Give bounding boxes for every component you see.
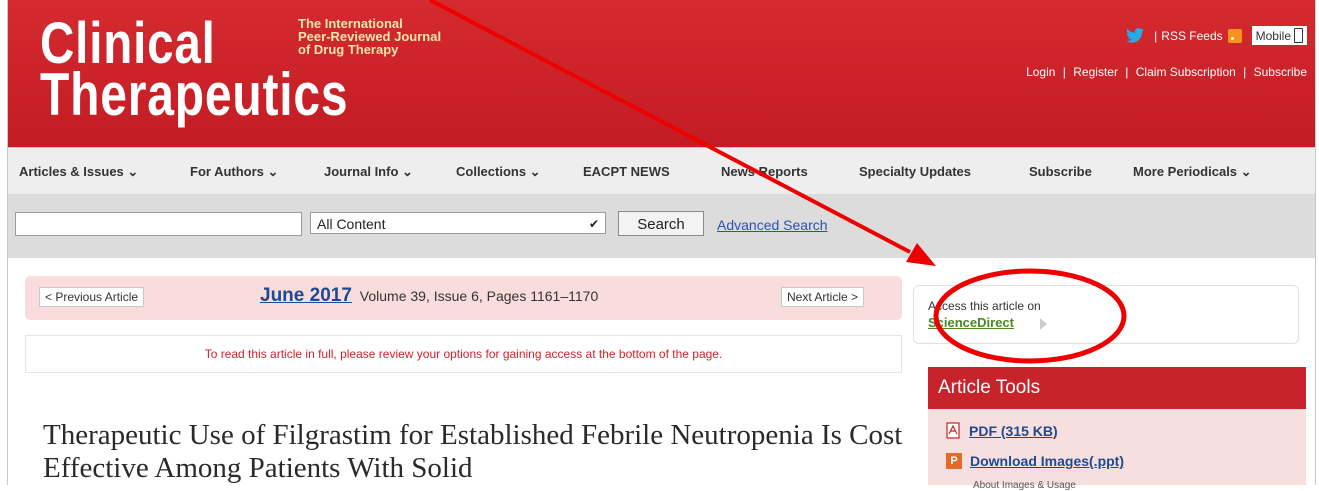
subscribe-link[interactable]: Subscribe bbox=[1254, 65, 1307, 79]
search-bar: All Content ✔ Search Advanced Search bbox=[8, 194, 1315, 258]
main-nav: Articles & Issues ⌄ For Authors ⌄ Journa… bbox=[8, 147, 1315, 195]
pdf-download-link[interactable]: PDF (315 KB) bbox=[969, 423, 1058, 439]
nav-articles-issues[interactable]: Articles & Issues ⌄ bbox=[19, 164, 138, 180]
download-images-link[interactable]: Download Images(.ppt) bbox=[970, 453, 1124, 469]
nav-collections[interactable]: Collections ⌄ bbox=[456, 164, 541, 180]
sciencedirect-link[interactable]: ScienceDirect bbox=[928, 315, 1014, 330]
article-navigation: < Previous Article June 2017 Volume 39, … bbox=[25, 276, 902, 320]
divider: | bbox=[1125, 65, 1129, 79]
nav-specialty-updates[interactable]: Specialty Updates bbox=[859, 164, 971, 179]
search-scope-value: All Content bbox=[317, 216, 386, 232]
mobile-label: Mobile bbox=[1255, 28, 1291, 43]
claim-subscription-link[interactable]: Claim Subscription bbox=[1136, 65, 1236, 79]
journal-tagline: The International Peer-Reviewed Journal … bbox=[298, 17, 441, 56]
rss-feeds-link[interactable]: RSS Feeds bbox=[1161, 29, 1222, 43]
divider: | bbox=[1062, 65, 1066, 79]
search-button[interactable]: Search bbox=[618, 211, 704, 236]
ppt-icon: P bbox=[946, 453, 962, 469]
nav-news-reports[interactable]: News Reports bbox=[721, 164, 808, 179]
divider: | bbox=[1243, 65, 1247, 79]
nav-eacpt-news[interactable]: EACPT NEWS bbox=[583, 164, 670, 179]
advanced-search-link[interactable]: Advanced Search bbox=[717, 217, 828, 233]
tool-ppt[interactable]: P Download Images(.ppt) bbox=[946, 453, 1124, 469]
tagline-line: of Drug Therapy bbox=[298, 42, 399, 57]
nav-for-authors[interactable]: For Authors ⌄ bbox=[190, 164, 278, 180]
chevron-down-icon: ✔ bbox=[588, 217, 599, 231]
rss-icon[interactable] bbox=[1227, 28, 1242, 43]
article-tools-panel: PDF (315 KB) P Download Images(.ppt) Abo… bbox=[928, 409, 1306, 491]
access-box: Access this article on ScienceDirect bbox=[913, 285, 1299, 344]
access-label: Access this article on bbox=[928, 299, 1041, 313]
previous-article-button[interactable]: < Previous Article bbox=[39, 287, 145, 307]
auth-links: Login | Register | Claim Subscription | … bbox=[1026, 65, 1307, 79]
nav-journal-info[interactable]: Journal Info ⌄ bbox=[324, 164, 413, 180]
article-title: Therapeutic Use of Filgrastim for Establ… bbox=[43, 419, 903, 484]
nav-more-periodicals[interactable]: More Periodicals ⌄ bbox=[1133, 164, 1252, 180]
issue-detail: Volume 39, Issue 6, Pages 1161–1170 bbox=[359, 288, 599, 304]
top-utility-bar: | RSS Feeds Mobile bbox=[1126, 26, 1307, 45]
mobile-phone-icon bbox=[1294, 28, 1303, 43]
logo-line-2[interactable]: Therapeutics bbox=[40, 60, 348, 129]
twitter-icon[interactable] bbox=[1126, 28, 1145, 43]
divider: | bbox=[1154, 28, 1158, 43]
login-link[interactable]: Login bbox=[1026, 65, 1055, 79]
register-link[interactable]: Register bbox=[1073, 65, 1118, 79]
nav-subscribe[interactable]: Subscribe bbox=[1029, 164, 1092, 179]
search-input[interactable] bbox=[15, 212, 302, 236]
access-notice: To read this article in full, please rev… bbox=[25, 335, 902, 373]
article-tools-header: Article Tools bbox=[928, 367, 1306, 409]
page-container: Clinical Therapeutics The International … bbox=[7, 0, 1316, 491]
arrow-right-icon bbox=[1040, 318, 1047, 330]
mobile-button[interactable]: Mobile bbox=[1251, 26, 1307, 45]
issue-date-link[interactable]: June 2017 bbox=[260, 285, 352, 306]
pdf-icon bbox=[946, 422, 960, 439]
site-header: Clinical Therapeutics The International … bbox=[8, 0, 1315, 147]
about-images-link[interactable]: About Images & Usage bbox=[973, 480, 1076, 491]
next-article-button[interactable]: Next Article > bbox=[781, 287, 865, 307]
search-scope-select[interactable]: All Content ✔ bbox=[310, 212, 606, 234]
tool-pdf[interactable]: PDF (315 KB) bbox=[946, 422, 1058, 439]
article-tools-title: Article Tools bbox=[938, 377, 1041, 398]
issue-info: June 2017 Volume 39, Issue 6, Pages 1161… bbox=[260, 285, 598, 307]
